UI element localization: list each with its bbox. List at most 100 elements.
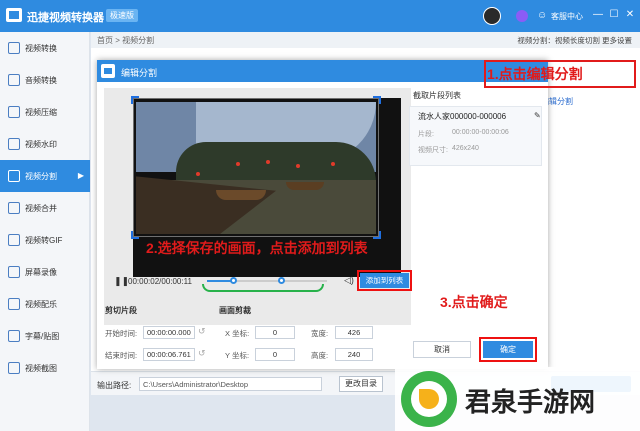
watermark-logo-icon: [401, 371, 457, 427]
reset-icon[interactable]: ↺: [198, 326, 206, 337]
sidebar-item-screen-record[interactable]: 屏幕录像: [0, 256, 90, 288]
sidebar-item-video-split[interactable]: 视频分割 ▶: [0, 160, 90, 192]
y-coord-label: Y 坐标:: [225, 351, 250, 360]
sidebar-item-label: 视频压缩: [25, 108, 57, 117]
clip-segment-value: 00:00:00-00:00:06: [452, 129, 509, 136]
video-watermark-icon: [8, 138, 20, 150]
y-coord-input[interactable]: 0: [255, 348, 295, 361]
crop-handle[interactable]: [373, 96, 381, 104]
audio-convert-icon: [8, 74, 20, 86]
clip-segment-label: 片段:: [418, 131, 434, 138]
annotation-step2: 2.选择保存的画面，点击添加到列表: [146, 240, 368, 256]
sidebar-item-label: 字幕/贴图: [25, 332, 60, 341]
title-bar: 迅捷视频转换器 极速版 ☺ 客服中心 — ☐ ✕: [0, 0, 640, 32]
width-label: 宽度:: [311, 329, 329, 338]
edit-split-dialog: 编辑分割 ❚❚ 00:00:02/00:00:11 ◁) 添加到列表 剪切片段 …: [97, 60, 548, 369]
dialog-title: 编辑分割: [121, 68, 158, 78]
chevron-right-icon: ▶: [77, 171, 84, 180]
sidebar-item-label: 视频截图: [25, 364, 57, 373]
watermark-text: 君泉手游网: [465, 388, 596, 418]
crop-box[interactable]: [133, 98, 379, 237]
vip-icon[interactable]: [516, 10, 528, 22]
video-convert-icon: [8, 42, 20, 54]
reset-icon[interactable]: ↺: [198, 348, 206, 359]
sidebar-item-label: 视频水印: [25, 140, 57, 149]
cut-section-title: 剪切片段: [105, 306, 137, 315]
timeline-end-handle[interactable]: [278, 277, 286, 284]
sidebar-item-subtitle[interactable]: 字幕/贴图: [0, 320, 90, 352]
sidebar-item-video-merge[interactable]: 视频合并: [0, 192, 90, 224]
watermark: 君泉手游网: [395, 367, 640, 431]
timeline-track[interactable]: [207, 277, 327, 284]
video-music-icon: [8, 298, 20, 310]
confirm-button[interactable]: 确定: [479, 337, 537, 362]
add-to-list-button[interactable]: 添加到列表: [357, 270, 412, 291]
minimize-button[interactable]: —: [591, 8, 605, 22]
video-compress-icon: [8, 106, 20, 118]
sidebar: 视频转换 音频转换 视频压缩 视频水印 视频分割 ▶ 视频合并 视频转GIF 屏幕…: [0, 32, 90, 431]
sidebar-item-video-convert[interactable]: 视频转换: [0, 32, 90, 64]
maximize-button[interactable]: ☐: [607, 8, 621, 22]
top-right-links[interactable]: 视频分割：视频长度切割 更多设置: [517, 35, 632, 46]
app-logo-icon: [6, 8, 22, 22]
timecode: 00:00:02/00:00:11: [128, 277, 192, 286]
sidebar-item-label: 视频分割: [25, 172, 57, 181]
video-merge-icon: [8, 202, 20, 214]
customer-service-icon[interactable]: ☺: [537, 10, 547, 21]
subtitle-icon: [8, 330, 20, 342]
avatar[interactable]: [483, 7, 501, 25]
end-time-input[interactable]: 00:00:06.761: [143, 348, 195, 361]
change-dir-button[interactable]: 更改目录: [339, 376, 383, 392]
playback-controls: ❚❚ 00:00:02/00:00:11 ◁) 添加到列表: [104, 270, 412, 292]
sidebar-item-video-gif[interactable]: 视频转GIF: [0, 224, 90, 256]
edition-badge: 极速版: [106, 9, 138, 22]
x-coord-label: X 坐标:: [225, 329, 250, 338]
sidebar-item-label: 视频合并: [25, 204, 57, 213]
clip-size-label: 视频尺寸:: [418, 147, 448, 154]
cancel-button[interactable]: 取消: [413, 341, 471, 358]
start-time-label: 开始时间:: [105, 329, 138, 338]
pause-icon[interactable]: ❚❚: [114, 276, 129, 287]
pencil-icon[interactable]: ✎: [534, 111, 541, 120]
timeline-start-handle[interactable]: [230, 277, 238, 284]
width-input[interactable]: 426: [335, 326, 373, 339]
sidebar-item-label: 屏幕录像: [25, 268, 57, 277]
start-time-input[interactable]: 00:00:00.000: [143, 326, 195, 339]
selection-range-marker: [202, 284, 324, 292]
video-split-icon: [8, 170, 20, 182]
crop-handle[interactable]: [373, 231, 381, 239]
sidebar-item-label: 视频配乐: [25, 300, 57, 309]
sidebar-item-label: 视频转GIF: [25, 236, 63, 245]
app-title: 迅捷视频转换器: [27, 12, 104, 24]
video-gif-icon: [8, 234, 20, 246]
annotation-step3: 3.点击确定: [440, 294, 508, 310]
volume-icon[interactable]: ◁): [344, 275, 354, 286]
annotation-step1: 1.点击编辑分割: [487, 66, 583, 82]
split-icon: [101, 64, 115, 78]
sidebar-item-label: 音频转换: [25, 76, 57, 85]
clip-list-title: 截取片段列表: [413, 91, 461, 100]
height-input[interactable]: 240: [335, 348, 373, 361]
sidebar-item-video-screenshot[interactable]: 视频截图: [0, 352, 90, 384]
list-item[interactable]: 流水人家000000-000006 ✎ 片段: 00:00:00-00:00:0…: [409, 106, 542, 166]
crop-handle[interactable]: [131, 231, 139, 239]
clip-name: 流水人家000000-000006: [418, 112, 507, 121]
sidebar-item-label: 视频转换: [25, 44, 57, 53]
output-label: 输出路径:: [97, 381, 132, 390]
sidebar-item-video-music[interactable]: 视频配乐: [0, 288, 90, 320]
sidebar-item-video-compress[interactable]: 视频压缩: [0, 96, 90, 128]
close-button[interactable]: ✕: [623, 8, 637, 22]
crop-handle[interactable]: [131, 96, 139, 104]
screen-record-icon: [8, 266, 20, 278]
output-path-field[interactable]: C:\Users\Administrator\Desktop: [139, 377, 322, 391]
dialog-header: 编辑分割: [97, 60, 548, 82]
crop-section-title: 画面剪裁: [219, 306, 251, 315]
x-coord-input[interactable]: 0: [255, 326, 295, 339]
customer-service-link[interactable]: 客服中心: [551, 11, 583, 22]
video-screenshot-icon: [8, 362, 20, 374]
sidebar-item-audio-convert[interactable]: 音频转换: [0, 64, 90, 96]
end-time-label: 结束时间:: [105, 351, 138, 360]
breadcrumb-bar: 首页 > 视频分割 视频分割：视频长度切割 更多设置: [91, 32, 640, 48]
breadcrumb[interactable]: 首页 > 视频分割: [97, 35, 154, 46]
sidebar-item-video-watermark[interactable]: 视频水印: [0, 128, 90, 160]
